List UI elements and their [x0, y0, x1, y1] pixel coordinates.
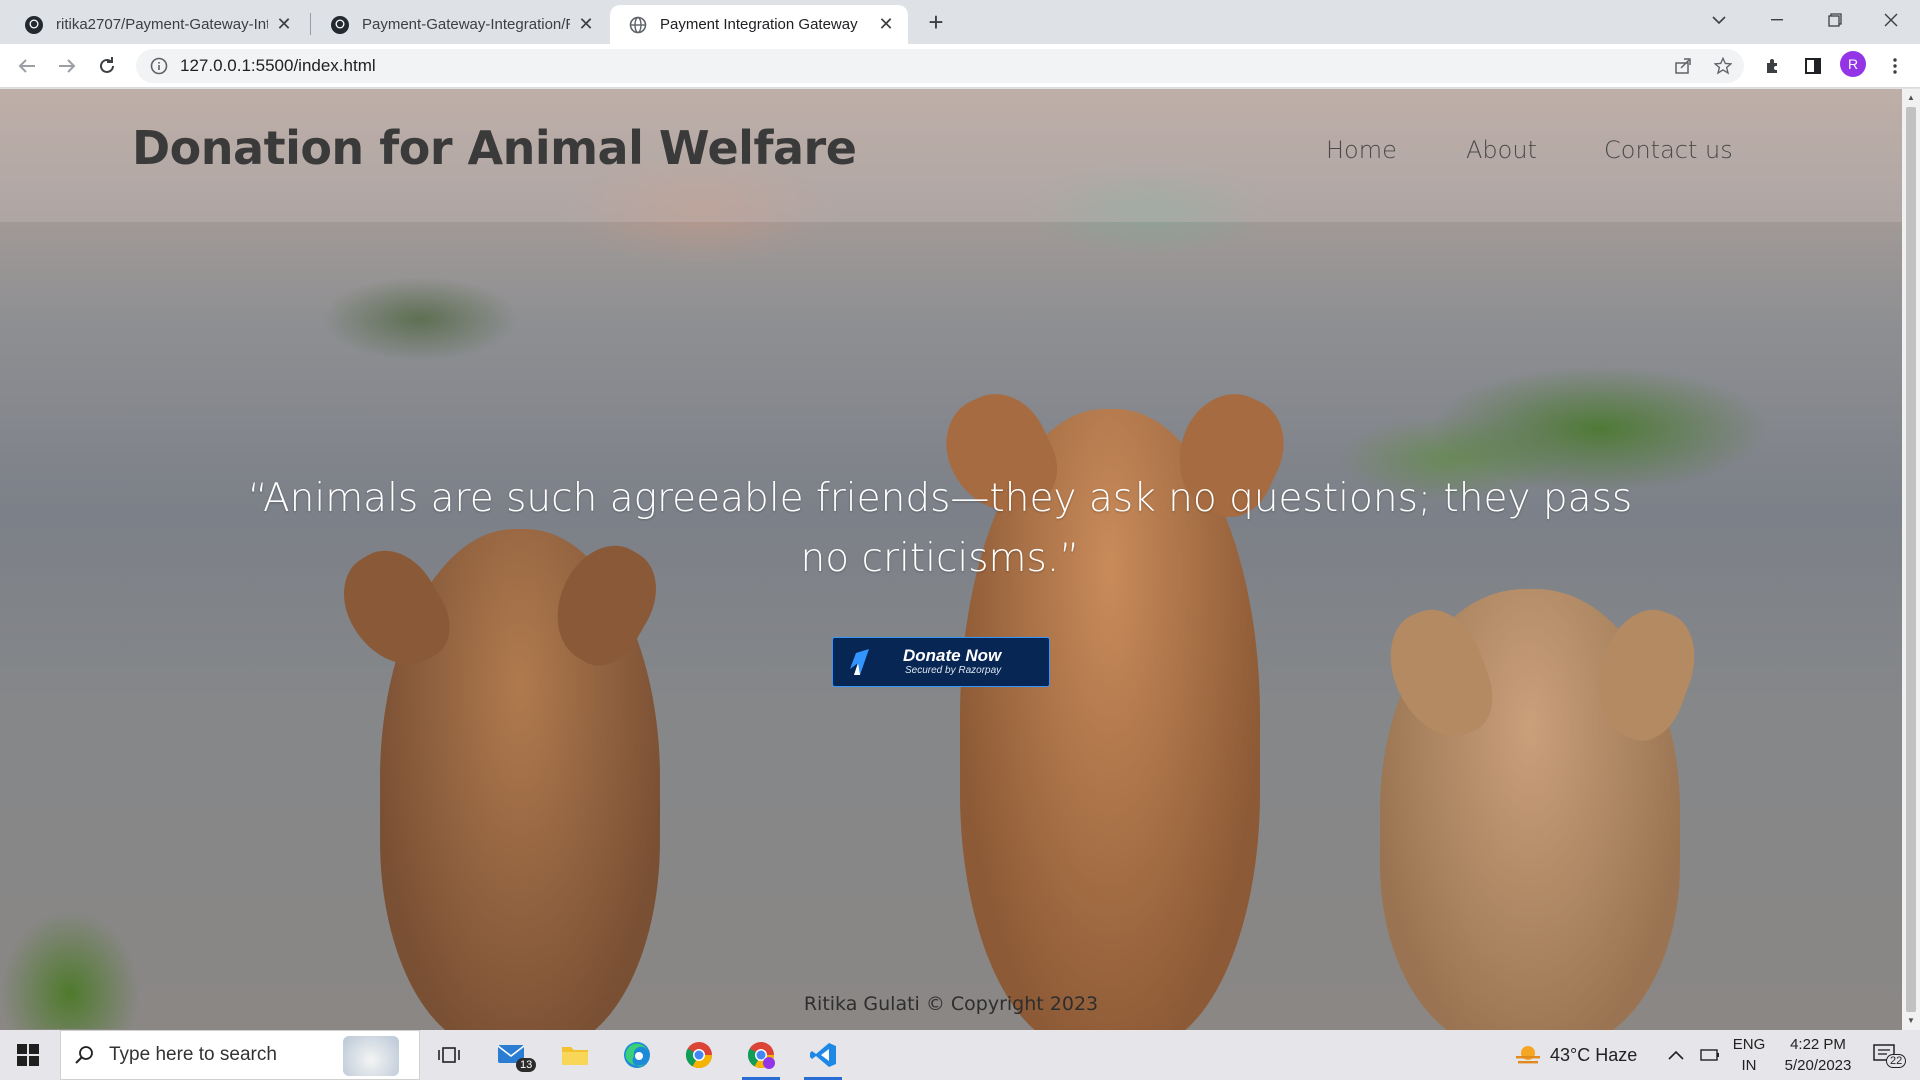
browser-menu-icon[interactable] — [1880, 51, 1910, 81]
tab-title: Payment Integration Gateway — [660, 16, 858, 33]
windows-start-icon[interactable] — [0, 1030, 56, 1080]
close-icon[interactable]: ✕ — [576, 14, 596, 35]
clock-date: 5/20/2023 — [1784, 1057, 1852, 1074]
address-bar[interactable]: 127.0.0.1:5500/index.html — [136, 49, 1744, 83]
search-icon — [75, 1045, 95, 1065]
tab-title: Payment-Gateway-Integration/RE — [362, 16, 570, 33]
hero-quote: “Animals are such agreeable friends—they… — [247, 476, 1633, 581]
battery-icon[interactable] — [1700, 1030, 1720, 1080]
donate-button-label: Donate Now — [903, 646, 1002, 665]
scroll-up-arrow-icon[interactable]: ▲ — [1906, 93, 1916, 103]
scrollbar-thumb[interactable] — [1906, 107, 1916, 1012]
github-icon — [330, 15, 350, 35]
taskbar-search-box[interactable]: Type here to search — [60, 1030, 420, 1080]
language-code: ENG — [1732, 1036, 1766, 1053]
restore-button[interactable] — [1806, 0, 1864, 40]
tab-strip: ritika2707/Payment-Gateway-Inte ✕ Paymen… — [0, 0, 1920, 44]
profile-avatar[interactable]: R — [1840, 51, 1866, 77]
nav-link-about[interactable]: About — [1466, 136, 1537, 164]
site-info-icon[interactable] — [150, 57, 168, 75]
donate-button-sublabel: Secured by Razorpay — [905, 665, 1002, 676]
github-icon — [24, 15, 44, 35]
site-navbar: Donation for Animal Welfare Home About C… — [0, 89, 1902, 222]
reload-icon[interactable] — [92, 51, 122, 81]
file-explorer-icon[interactable] — [550, 1030, 600, 1080]
notification-count: 22 — [1886, 1054, 1907, 1068]
close-icon[interactable]: ✕ — [876, 14, 896, 35]
razorpay-logo-icon — [833, 638, 885, 686]
extensions-puzzle-icon[interactable] — [1758, 51, 1788, 81]
page-viewport: Donation for Animal Welfare Home About C… — [0, 89, 1902, 1030]
weather-widget[interactable]: 43°C Haze — [1514, 1030, 1637, 1080]
close-icon[interactable]: ✕ — [274, 14, 294, 35]
nav-link-home[interactable]: Home — [1326, 136, 1397, 164]
browser-toolbar: 127.0.0.1:5500/index.html — [0, 44, 1920, 88]
region-code: IN — [1741, 1057, 1757, 1074]
new-tab-button[interactable]: + — [921, 8, 951, 38]
minimize-button[interactable] — [1748, 0, 1806, 40]
back-arrow-icon[interactable] — [12, 51, 42, 81]
chrome-icon[interactable] — [674, 1030, 724, 1080]
site-brand-title: Donation for Animal Welfare — [132, 121, 857, 175]
tab-search-chevron-icon[interactable] — [1690, 0, 1748, 40]
tab-github-readme[interactable]: Payment-Gateway-Integration/RE ✕ — [312, 5, 608, 44]
side-panel-icon[interactable] — [1798, 51, 1828, 81]
page-footer: Ritika Gulati © Copyright 2023 — [803, 993, 1099, 1015]
donate-now-button[interactable]: Donate Now Secured by Razorpay — [832, 637, 1050, 687]
polar-bear-highlight-icon — [343, 1036, 399, 1076]
edge-browser-icon[interactable] — [612, 1030, 662, 1080]
taskbar-clock[interactable]: 4:22 PM 5/20/2023 — [1774, 1030, 1862, 1080]
url-text: 127.0.0.1:5500/index.html — [180, 56, 376, 75]
clock-time: 4:22 PM — [1790, 1036, 1846, 1053]
tab-github-repo[interactable]: ritika2707/Payment-Gateway-Inte ✕ — [6, 5, 306, 44]
notification-center-icon[interactable]: 22 — [1866, 1030, 1907, 1080]
bookmark-star-icon[interactable] — [1708, 51, 1738, 81]
windows-taskbar: Type here to search 13 43°C Haze ENG IN — [0, 1030, 1920, 1080]
close-window-button[interactable] — [1862, 0, 1920, 40]
mail-icon[interactable]: 13 — [488, 1030, 538, 1080]
mail-badge: 13 — [516, 1058, 537, 1072]
forward-arrow-icon[interactable] — [52, 51, 82, 81]
tab-payment-gateway[interactable]: Payment Integration Gateway ✕ — [610, 5, 908, 44]
tab-title: ritika2707/Payment-Gateway-Inte — [56, 16, 268, 33]
tab-separator — [310, 13, 311, 35]
globe-icon — [628, 15, 648, 35]
page-scrollbar[interactable]: ▲ ▼ — [1902, 89, 1920, 1030]
weather-text: 43°C Haze — [1550, 1044, 1638, 1065]
nav-link-contact[interactable]: Contact us — [1604, 136, 1733, 164]
share-icon[interactable] — [1668, 51, 1698, 81]
show-hidden-icons-chevron-icon[interactable] — [1668, 1030, 1684, 1080]
input-language-indicator[interactable]: ENG IN — [1732, 1030, 1766, 1080]
haze-sun-icon — [1514, 1043, 1542, 1067]
vscode-icon[interactable] — [798, 1030, 848, 1080]
scroll-down-arrow-icon[interactable]: ▼ — [1906, 1016, 1916, 1026]
chrome-profile-icon[interactable] — [736, 1030, 786, 1080]
task-view-icon[interactable] — [424, 1030, 474, 1080]
taskbar-search-placeholder: Type here to search — [109, 1044, 277, 1065]
